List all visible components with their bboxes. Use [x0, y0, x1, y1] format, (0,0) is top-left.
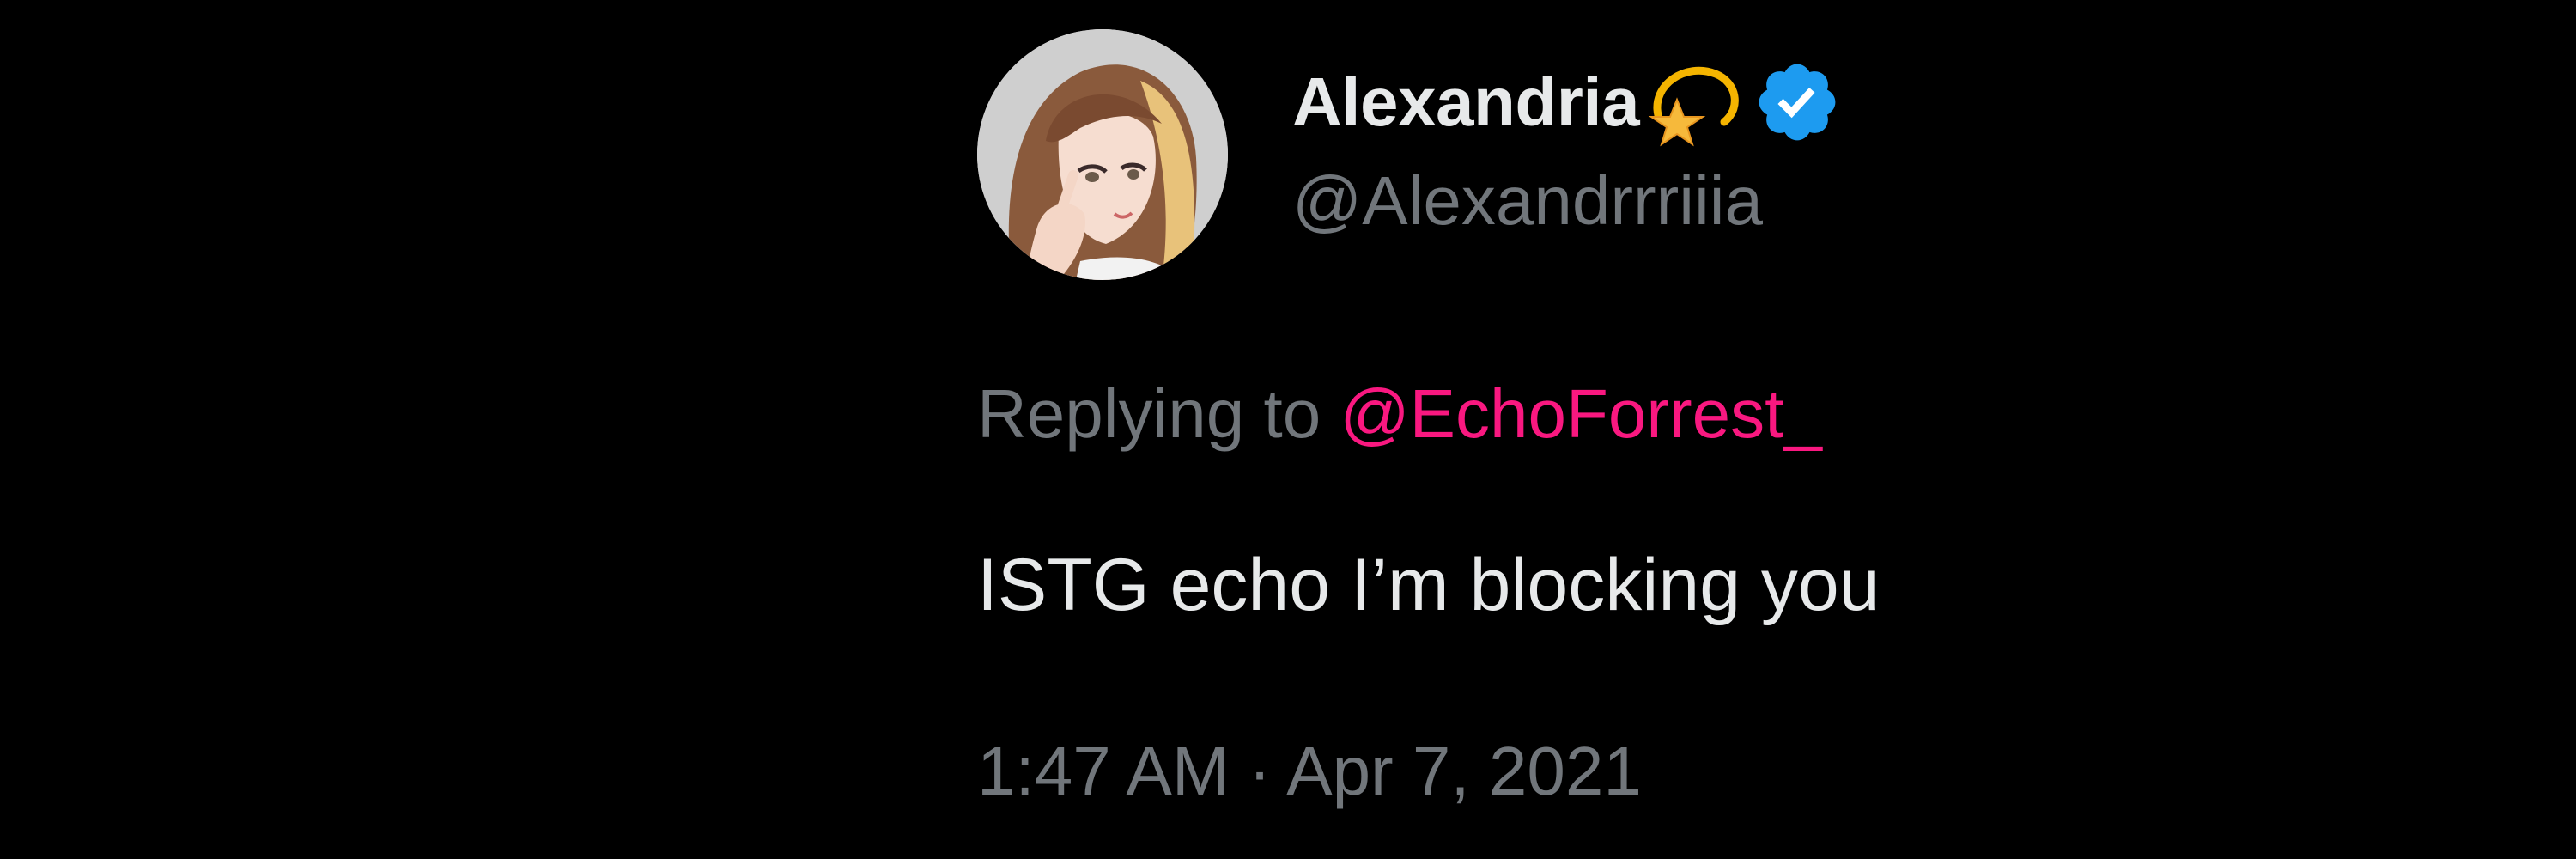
author-name-row: Alexandria [1292, 55, 1842, 149]
tweet-timestamp: 1:47 AM · Apr 7, 2021 [977, 732, 1642, 811]
timestamp-separator: · [1229, 733, 1287, 809]
tweet-text: ISTG echo I’m blocking you [977, 544, 1880, 626]
replying-to-mention-link[interactable]: @EchoForrest_ [1340, 375, 1821, 452]
replying-to-line: Replying to @EchoForrest_ [977, 375, 1822, 454]
tweet-date-link[interactable]: Apr 7, 2021 [1286, 733, 1642, 809]
verified-badge-icon[interactable] [1753, 58, 1842, 147]
display-name[interactable]: Alexandria [1292, 63, 1640, 142]
author-handle[interactable]: @Alexandrrriiia [1292, 161, 1763, 241]
tweet-time-link[interactable]: 1:47 AM [977, 733, 1230, 809]
avatar[interactable] [977, 29, 1228, 280]
dizzy-star-emoji-icon [1643, 55, 1746, 149]
avatar-image [977, 29, 1228, 280]
tweet-card: Alexandria @Alexandrrriiia Replying to @… [0, 0, 2576, 859]
replying-to-label: Replying to [977, 375, 1340, 452]
